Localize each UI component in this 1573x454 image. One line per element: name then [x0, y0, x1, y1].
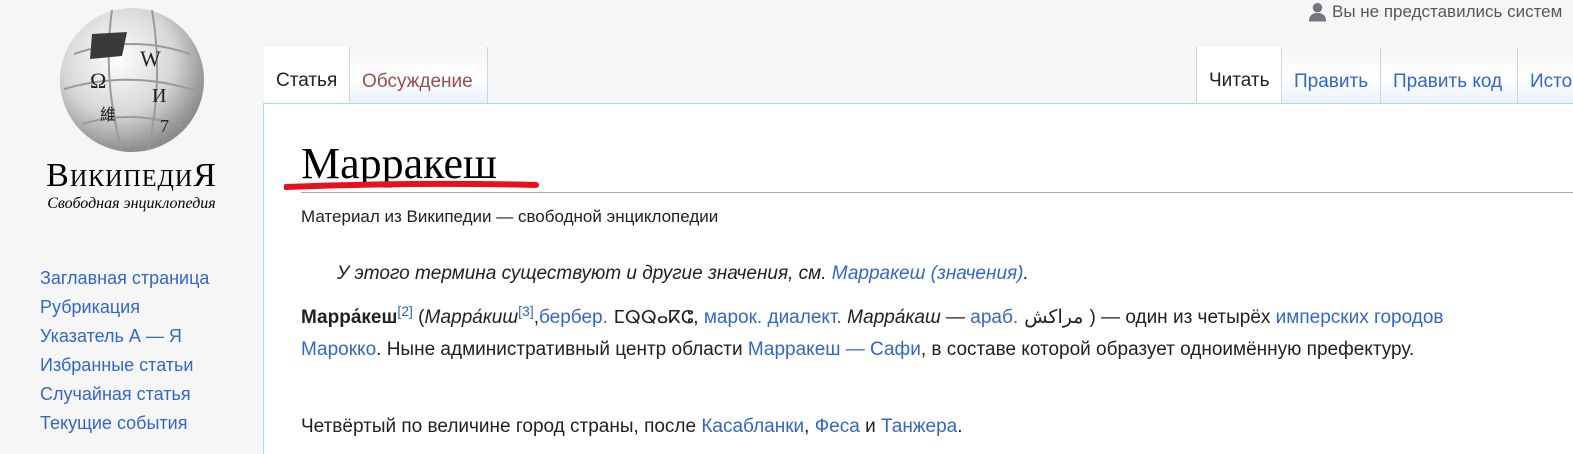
svg-text:И: И	[152, 85, 166, 107]
reference-3[interactable]: [3]	[518, 303, 534, 319]
tab-talk[interactable]: Обсуждение	[350, 47, 488, 103]
sidebar-item-main-page[interactable]: Заглавная страница	[40, 264, 209, 293]
tab-edit[interactable]: Править	[1282, 47, 1381, 103]
article-term: Марра́кеш	[301, 307, 398, 328]
sidebar-item-categories[interactable]: Рубрикация	[40, 293, 209, 322]
wikipedia-globe-icon: W Ω И 維 7	[60, 8, 204, 152]
wordmark: ВикипедиЯ	[46, 157, 217, 194]
svg-text:7: 7	[160, 116, 169, 136]
sidebar-item-random[interactable]: Случайная статья	[40, 380, 209, 409]
link-berber[interactable]: бербер.	[539, 307, 608, 328]
tab-read[interactable]: Читать	[1196, 47, 1282, 103]
hatnote: У этого термина существуют и другие знач…	[337, 263, 1029, 284]
sidebar-item-index[interactable]: Указатель А — Я	[40, 322, 209, 351]
annotation-underline	[284, 180, 539, 190]
article-content: Марракеш Материал из Википедии — свободн…	[263, 103, 1573, 454]
logo-tagline: Свободная энциклопедия	[47, 195, 216, 212]
tab-history[interactable]: Исто	[1518, 47, 1573, 103]
reference-2[interactable]: [2]	[397, 303, 413, 319]
wikipedia-logo[interactable]: W Ω И 維 7 ВикипедиЯ Свободная энциклопед…	[0, 0, 263, 220]
second-paragraph: Четвёртый по величине город страны, посл…	[301, 416, 963, 437]
sidebar-item-featured[interactable]: Избранные статьи	[40, 351, 209, 380]
arabic-name: مراكش	[1018, 306, 1090, 328]
tab-edit-source[interactable]: Править код	[1381, 47, 1518, 103]
link-marrakesh-safi[interactable]: Марракеш — Сафи	[748, 339, 921, 360]
hatnote-disambiguation-link[interactable]: Марракеш (значения)	[832, 263, 1024, 284]
tab-article[interactable]: Статья	[264, 47, 350, 103]
link-moroccan-dialect[interactable]: марок. диалект.	[704, 307, 842, 328]
user-icon	[1308, 2, 1327, 22]
svg-text:W: W	[140, 46, 161, 71]
link-arabic[interactable]: араб.	[970, 307, 1018, 328]
sidebar-item-current-events[interactable]: Текущие события	[40, 409, 209, 438]
sidebar-navigation: Заглавная страница Рубрикация Указатель …	[40, 264, 209, 438]
berber-script: ⵎⵕⵕⴰⴽⵛ	[607, 307, 694, 328]
link-tangier[interactable]: Танжера	[881, 416, 957, 437]
svg-text:Ω: Ω	[90, 68, 106, 93]
link-casablanca[interactable]: Касабланки	[701, 416, 804, 437]
site-subtitle: Материал из Википедии — свободной энцикл…	[301, 207, 719, 226]
svg-text:維: 維	[100, 105, 116, 124]
user-status-text: Вы не представились систем	[1332, 2, 1563, 21]
lead-paragraph: Марра́кеш[2] (Марра́киш[3],бербер. ⵎⵕⵕⴰⴽ…	[301, 303, 1444, 360]
user-status: Вы не представились систем	[1308, 2, 1562, 22]
link-fes[interactable]: Феса	[815, 416, 860, 437]
title-divider	[301, 192, 1573, 193]
